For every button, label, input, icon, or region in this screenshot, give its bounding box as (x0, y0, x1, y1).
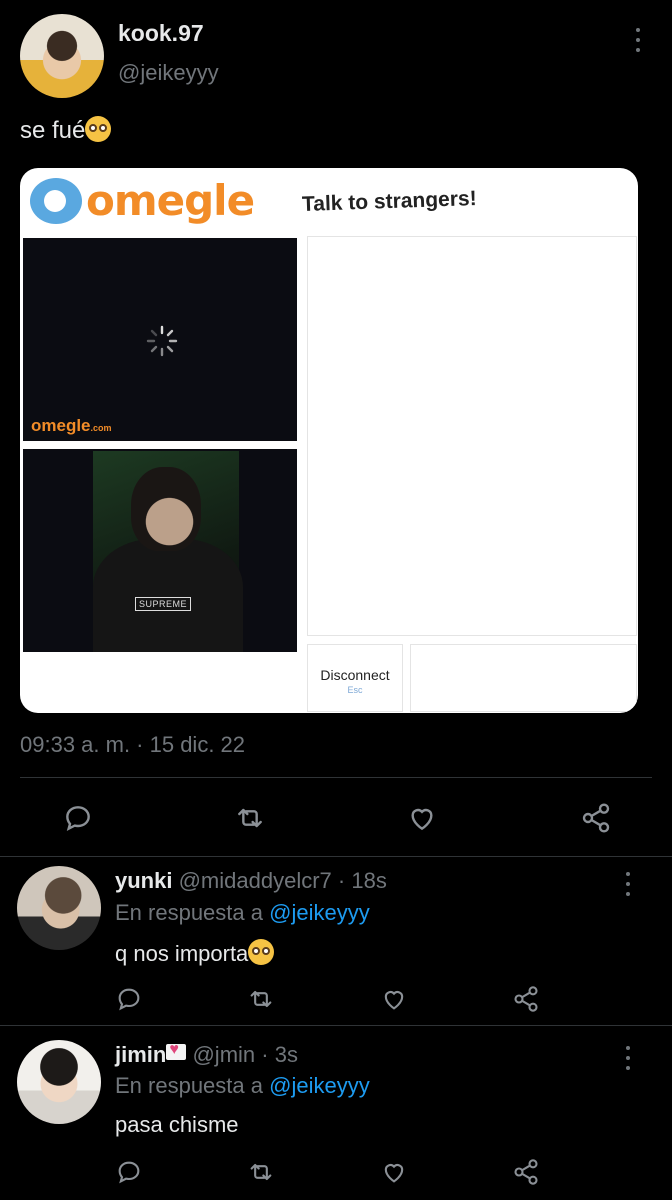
like-icon[interactable] (380, 1158, 408, 1186)
loading-spinner-icon (146, 325, 178, 357)
pleading-face-emoji (85, 116, 112, 142)
omegle-logo: omegle (30, 176, 255, 225)
like-icon[interactable] (380, 985, 408, 1013)
disconnect-hint: Esc (347, 685, 363, 695)
author-avatar[interactable] (20, 14, 104, 98)
reply-author-handle[interactable]: @midaddyelcr7 (179, 868, 332, 893)
reply-to-link[interactable]: @jeikeyyy (269, 1073, 370, 1098)
reply-context: En respuesta a @jeikeyyy (115, 1073, 370, 1098)
stranger-video: omegle.com (23, 238, 297, 441)
self-video: SUPREME (23, 449, 297, 652)
omegle-tagline: Talk to strangers! (301, 186, 477, 217)
pleading-face-emoji (248, 939, 275, 965)
reply-header: yunki @midaddyelcr7 · 18s (115, 868, 387, 894)
reply-author-name[interactable]: jimin (115, 1042, 166, 1067)
reply-icon[interactable] (62, 802, 94, 834)
divider (20, 777, 652, 778)
author-handle[interactable]: @jeikeyyy (118, 60, 219, 86)
more-icon[interactable] (616, 872, 640, 896)
heart-letter-emoji (166, 1041, 187, 1060)
more-icon[interactable] (616, 1046, 640, 1070)
share-icon[interactable] (580, 802, 612, 834)
more-icon[interactable] (626, 28, 650, 52)
tweet-text: se fué (20, 116, 112, 145)
person-head (131, 467, 201, 551)
reply-context: En respuesta a @jeikeyyy (115, 900, 370, 925)
like-icon[interactable] (406, 802, 438, 834)
disconnect-button: Disconnect Esc (307, 644, 403, 712)
chat-log (307, 236, 637, 636)
share-icon[interactable] (512, 985, 540, 1013)
reply-text: pasa chisme (115, 1112, 239, 1137)
author-name[interactable]: kook.97 (118, 20, 204, 47)
shirt-logo: SUPREME (135, 597, 192, 611)
retweet-icon[interactable] (234, 802, 266, 834)
reply-header: jimin @jmin · 3s (115, 1041, 298, 1068)
retweet-icon[interactable] (247, 985, 275, 1013)
omegle-logo-text: omegle (86, 176, 255, 225)
reply-author-name[interactable]: yunki (115, 868, 172, 893)
reply-avatar[interactable] (17, 1040, 101, 1124)
omegle-logo-icon (30, 177, 82, 224)
tweet-timestamp[interactable]: 09:33 a. m. · 15 dic. 22 (20, 732, 245, 758)
divider (0, 1025, 672, 1026)
reply-avatar[interactable] (17, 866, 101, 950)
reply-author-handle[interactable]: @jmin (192, 1042, 255, 1067)
reply-time[interactable]: · 3s (261, 1042, 298, 1067)
divider (0, 856, 672, 857)
reply-icon[interactable] (115, 985, 143, 1013)
message-input (410, 644, 637, 712)
person-body (93, 539, 243, 652)
omegle-watermark: omegle.com (31, 416, 112, 435)
retweet-icon[interactable] (247, 1158, 275, 1186)
reply-text: q nos importa (115, 939, 275, 967)
tweet-media-image[interactable]: omegle Talk to strangers! omegle.com SUP… (20, 168, 638, 713)
disconnect-label: Disconnect (320, 667, 390, 683)
reply-icon[interactable] (115, 1158, 143, 1186)
reply-to-link[interactable]: @jeikeyyy (269, 900, 370, 925)
share-icon[interactable] (512, 1158, 540, 1186)
reply-time[interactable]: · 18s (338, 868, 387, 893)
